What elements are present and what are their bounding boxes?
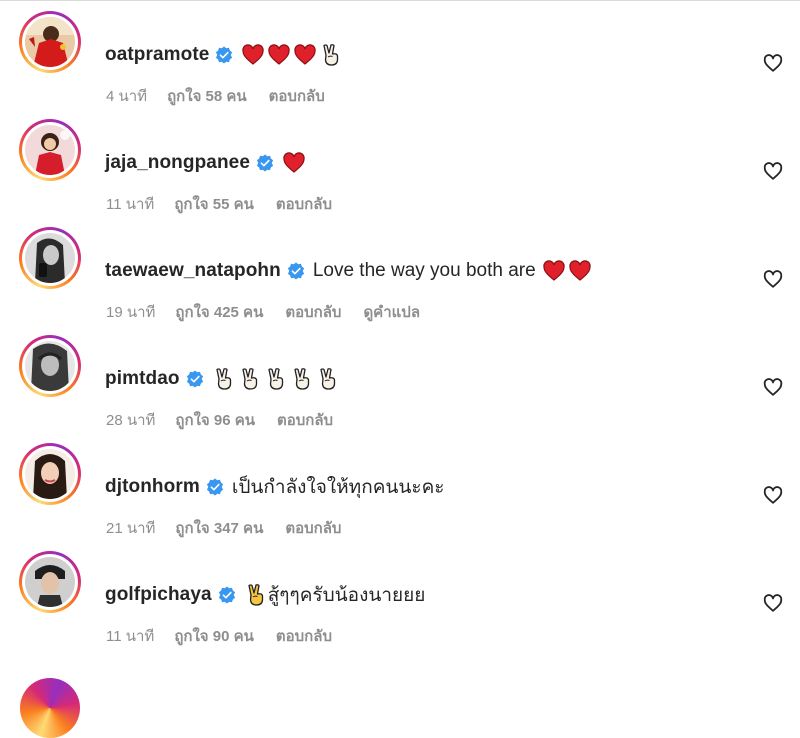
comment-item: oatpramote 4 นาที ถูกใจ 58 คน ตอบกลับ (0, 0, 800, 108)
verified-badge-icon (186, 370, 204, 388)
avatar-story-ring[interactable] (19, 11, 81, 73)
comment-likes-count[interactable]: ถูกใจ 425 คน (175, 300, 263, 324)
reply-button[interactable]: ตอบกลับ (269, 84, 325, 108)
avatar (25, 557, 75, 607)
comment-item: golfpichaya สู้ๆๆครับน้องนายยย 11 นาที ถ… (0, 540, 800, 648)
comment-item: pimtdao 28 นาที ถูกใจ 96 คน ตอบกลับ (0, 324, 800, 432)
comment-emojis (212, 367, 342, 391)
comment-likes-count[interactable]: ถูกใจ 55 คน (174, 192, 254, 216)
comment-time: 19 นาที (106, 304, 156, 321)
comment-emojis (282, 151, 308, 175)
avatar-story-ring[interactable] (20, 678, 80, 738)
verified-badge-icon (256, 154, 274, 172)
see-translation-button[interactable]: ดูคำแปล (363, 300, 420, 324)
avatar-story-ring[interactable] (19, 227, 81, 289)
victory-hand-emoji (264, 367, 288, 391)
avatar (25, 233, 75, 283)
like-heart-icon[interactable] (762, 268, 784, 290)
comment-username[interactable]: taewaew_natapohn (105, 260, 281, 282)
comment-time: 11 นาที (106, 628, 155, 645)
reply-button[interactable]: ตอบกลับ (276, 624, 332, 648)
verified-badge-icon (206, 478, 224, 496)
reply-button[interactable]: ตอบกลับ (285, 300, 341, 324)
like-heart-icon[interactable] (762, 52, 784, 74)
comment-text: เป็นกำลังใจให้ทุกคนนะคะ (231, 477, 445, 498)
comment-username[interactable]: oatpramote (105, 44, 209, 66)
avatar (25, 17, 75, 67)
comment-username[interactable]: golfpichaya (105, 584, 212, 606)
reply-button[interactable]: ตอบกลับ (277, 408, 333, 432)
comment-time: 4 นาที (106, 88, 148, 105)
like-heart-icon[interactable] (762, 376, 784, 398)
red-heart-emoji (293, 43, 317, 67)
comment-emojis (542, 259, 594, 283)
avatar (25, 449, 75, 499)
comment-emojis-before (244, 583, 268, 607)
like-heart-icon[interactable] (762, 484, 784, 506)
victory-hand-emoji (238, 367, 262, 391)
verified-badge-icon (218, 586, 236, 604)
avatar (25, 341, 75, 391)
comment-emojis (241, 43, 345, 67)
avatar (25, 125, 75, 175)
verified-badge-icon (287, 262, 305, 280)
avatar-story-ring[interactable] (19, 551, 81, 613)
red-heart-emoji (267, 43, 291, 67)
red-heart-emoji (542, 259, 566, 283)
like-heart-icon[interactable] (762, 592, 784, 614)
comment-username[interactable]: djtonhorm (105, 476, 200, 498)
comment-time: 28 นาที (106, 412, 156, 429)
comment-likes-count[interactable]: ถูกใจ 347 คน (175, 516, 263, 540)
comment-text: สู้ๆๆครับน้องนายยย (267, 585, 426, 606)
comment-time: 21 นาที (106, 520, 156, 537)
comment-text: Love the way you both are (312, 260, 536, 281)
comment-time: 11 นาที (106, 196, 155, 213)
avatar-story-ring[interactable] (19, 335, 81, 397)
victory-hand-emoji (212, 367, 236, 391)
avatar-story-ring[interactable] (19, 119, 81, 181)
red-heart-emoji (241, 43, 265, 67)
victory-hand-emoji (319, 43, 343, 67)
avatar-story-ring[interactable] (19, 443, 81, 505)
red-heart-emoji (568, 259, 592, 283)
victory-hand-emoji (244, 583, 268, 607)
comment-likes-count[interactable]: ถูกใจ 58 คน (167, 84, 247, 108)
comment-username[interactable]: jaja_nongpanee (105, 152, 250, 174)
comment-username[interactable]: pimtdao (105, 368, 180, 390)
comment-item: djtonhorm เป็นกำลังใจให้ทุกคนนะคะ 21 นาท… (0, 432, 800, 540)
comment-item: jaja_nongpanee 11 นาที ถูกใจ 55 คน ตอบกล… (0, 108, 800, 216)
victory-hand-emoji (316, 367, 340, 391)
like-heart-icon[interactable] (762, 160, 784, 182)
victory-hand-emoji (290, 367, 314, 391)
reply-button[interactable]: ตอบกลับ (285, 516, 341, 540)
comment-item: taewaew_natapohn Love the way you both a… (0, 216, 800, 324)
red-heart-emoji (282, 151, 306, 175)
comment-likes-count[interactable]: ถูกใจ 96 คน (175, 408, 255, 432)
reply-button[interactable]: ตอบกลับ (276, 192, 332, 216)
verified-badge-icon (215, 46, 233, 64)
comment-likes-count[interactable]: ถูกใจ 90 คน (174, 624, 254, 648)
